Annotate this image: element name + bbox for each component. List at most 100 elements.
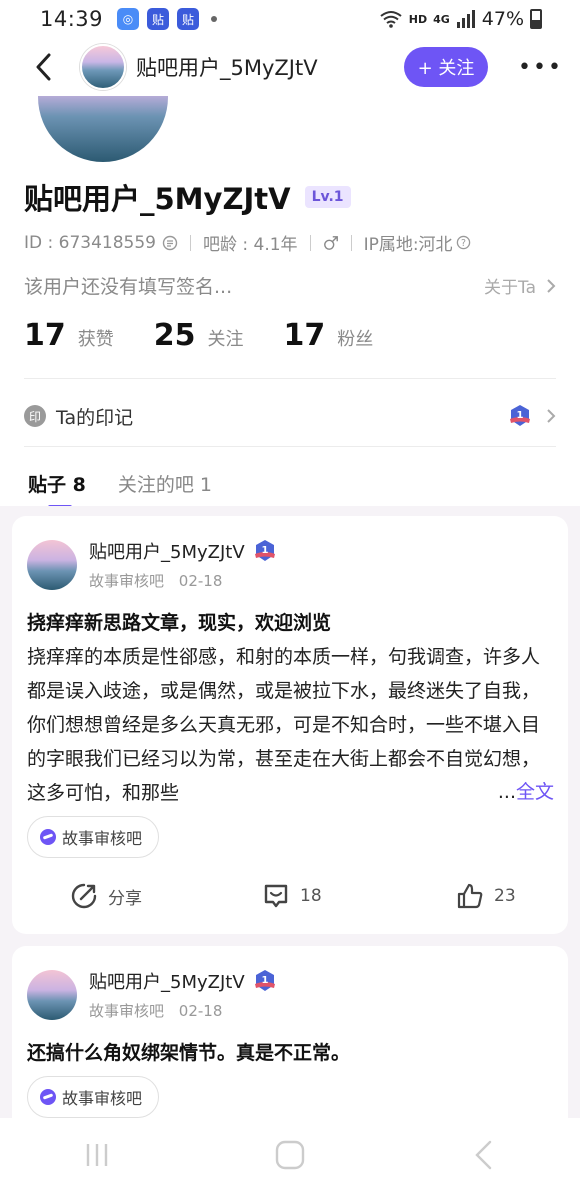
- forum-chip-label: 故事审核吧: [62, 1089, 143, 1108]
- author-name[interactable]: 贴吧用户_5MyZJtV: [89, 968, 245, 994]
- back-button[interactable]: [28, 47, 58, 87]
- post-card[interactable]: 贴吧用户_5MyZJtV 1 故事审核吧 02-18 还搞什么角奴绑架情节。真是…: [12, 946, 568, 1118]
- meta-separator: [309, 234, 311, 251]
- stat-number: 25: [153, 318, 196, 353]
- follow-button[interactable]: + 关注: [404, 47, 488, 87]
- status-right: HD 4G 47%: [379, 8, 542, 30]
- full-text-link[interactable]: 全文: [516, 781, 554, 803]
- forum-chip-label: 故事审核吧: [62, 829, 143, 848]
- tieba-age: 吧龄 : 4.1年: [202, 235, 298, 255]
- comment-button[interactable]: 18: [262, 882, 322, 910]
- system-nav-bar: [0, 1118, 580, 1192]
- tab-label: 关注的吧 1: [117, 473, 212, 496]
- author-info: 贴吧用户_5MyZJtV 1 故事审核吧 02-18: [89, 968, 277, 1021]
- like-button[interactable]: 23: [456, 882, 516, 910]
- recent-apps-button[interactable]: [67, 1135, 127, 1175]
- svg-text:?: ?: [461, 238, 466, 249]
- mark-right: 1: [508, 404, 556, 428]
- post-author: 贴吧用户_5MyZJtV 1 故事审核吧 02-18: [27, 968, 277, 1021]
- follow-label: + 关注: [417, 58, 475, 79]
- help-icon[interactable]: ?: [456, 235, 472, 251]
- copy-id-icon[interactable]: [162, 235, 178, 251]
- post-title[interactable]: 挠痒痒新思路文章，现实，欢迎浏览: [27, 608, 331, 635]
- status-time: 14:39: [40, 7, 104, 31]
- ip-location: IP属地:河北: [363, 235, 453, 255]
- home-button[interactable]: [260, 1135, 320, 1175]
- read-more[interactable]: ...全文: [491, 775, 554, 809]
- about-label: 关于Ta: [484, 278, 536, 298]
- author-info: 贴吧用户_5MyZJtV 1 故事审核吧 02-18: [89, 538, 277, 591]
- stat-label: 粉丝: [337, 329, 374, 350]
- section-divider: [24, 446, 556, 447]
- level-one-badge-icon: 1: [254, 970, 275, 991]
- like-count: 23: [494, 886, 516, 906]
- post-forum: 故事审核吧: [89, 572, 165, 590]
- system-back-button[interactable]: [453, 1135, 513, 1175]
- stat-number: 17: [24, 318, 66, 353]
- nav-avatar[interactable]: [80, 44, 126, 90]
- forum-chip[interactable]: 故事审核吧: [27, 1076, 160, 1118]
- section-divider: [24, 378, 556, 379]
- ta-mark-row[interactable]: 印 Ta的印记 1: [24, 394, 556, 438]
- thumbs-up-icon: [457, 883, 483, 909]
- comment-icon: [264, 884, 288, 908]
- post-card[interactable]: 贴吧用户_5MyZJtV 1 故事审核吧 02-18 挠痒痒新思路文章，现实，欢…: [12, 516, 568, 934]
- level-badge[interactable]: Lv.1: [304, 186, 351, 208]
- tab-followed-forums[interactable]: 关注的吧 1: [118, 470, 212, 497]
- author-name[interactable]: 贴吧用户_5MyZJtV: [89, 538, 245, 564]
- comment-count: 18: [300, 886, 322, 906]
- stat-label: 获赞: [77, 329, 114, 350]
- tieba-notification-icon: 贴: [147, 8, 170, 30]
- profile-tabs: 贴子 8 关注的吧 1: [0, 462, 580, 509]
- share-icon: [71, 883, 97, 909]
- profile-stats: 17 获赞 25 关注 17 粉丝: [24, 318, 413, 353]
- post-title[interactable]: 还搞什么角奴绑架情节。真是不正常。: [27, 1038, 350, 1065]
- author-avatar[interactable]: [27, 969, 77, 1020]
- stat-following[interactable]: 25 关注: [154, 318, 244, 353]
- post-forum: 故事审核吧: [89, 1002, 165, 1020]
- post-actions: 分享 18 23: [12, 876, 568, 916]
- stat-fans[interactable]: 17 粉丝: [284, 318, 374, 353]
- forum-planet-icon: [40, 829, 56, 845]
- post-meta: 故事审核吧 02-18: [89, 570, 277, 591]
- svg-text:1: 1: [261, 975, 268, 986]
- signature-row: 该用户还没有填写签名... 关于Ta: [24, 272, 556, 299]
- chevron-right-icon: [547, 409, 556, 423]
- level-one-badge-icon: 1: [254, 540, 275, 561]
- meta-separator: [189, 234, 191, 251]
- author-name-row: 贴吧用户_5MyZJtV 1: [89, 538, 277, 564]
- stat-label: 关注: [207, 329, 244, 350]
- meta-separator: [350, 234, 352, 251]
- profile-meta: ID : 673418559 吧龄 : 4.1年 IP属地:河北 ?: [24, 230, 472, 255]
- forum-planet-icon: [40, 1089, 56, 1105]
- top-nav-bar: 贴吧用户_5MyZJtV + 关注 •••: [0, 38, 580, 96]
- hd-label: HD: [408, 12, 428, 26]
- post-date: 02-18: [178, 572, 223, 590]
- chevron-right-icon: [547, 278, 556, 293]
- post-body[interactable]: 挠痒痒的本质是性郤感，和射的本质一样，句我调查，许多人都是误入歧途，或是偶然，或…: [27, 640, 555, 810]
- share-button[interactable]: 分享: [70, 882, 142, 910]
- male-gender-icon: [323, 235, 339, 251]
- author-name-row: 贴吧用户_5MyZJtV 1: [89, 968, 277, 994]
- home-icon: [275, 1140, 305, 1170]
- status-bar: 14:39 ◎ 贴 贴 HD 4G 47%: [0, 0, 580, 38]
- system-back-icon: [475, 1140, 492, 1170]
- network-type: 4G: [433, 12, 450, 26]
- signal-icon: [456, 10, 475, 28]
- user-id: ID : 673418559: [24, 232, 156, 253]
- about-ta-link[interactable]: 关于Ta: [484, 273, 556, 298]
- author-avatar[interactable]: [27, 539, 77, 590]
- wifi-icon: [380, 11, 402, 28]
- tieba-notification-icon: 贴: [177, 8, 200, 30]
- tab-label: 贴子 8: [28, 473, 86, 496]
- share-label: 分享: [108, 888, 142, 909]
- battery-percent: 47%: [481, 8, 524, 30]
- more-icon: •••: [518, 54, 563, 80]
- level-one-badge-icon: 1: [510, 405, 530, 426]
- tab-posts[interactable]: 贴子 8: [28, 470, 86, 509]
- forum-chip[interactable]: 故事审核吧: [27, 816, 160, 858]
- stat-likes[interactable]: 17 获赞: [24, 318, 114, 353]
- ellipsis: ...: [497, 781, 516, 803]
- recent-apps-icon: [86, 1144, 107, 1166]
- more-options-button[interactable]: •••: [518, 55, 561, 80]
